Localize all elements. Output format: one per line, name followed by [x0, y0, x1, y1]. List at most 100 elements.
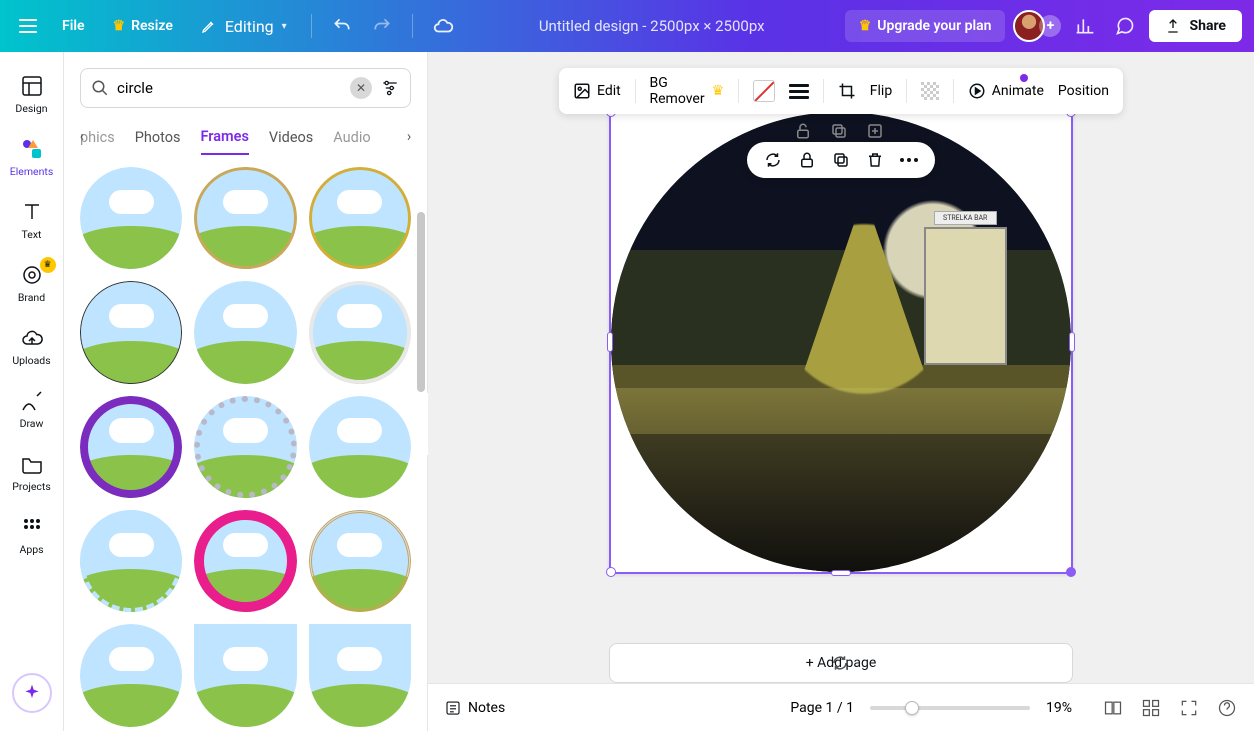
frame-result[interactable]: [309, 167, 411, 269]
chart-icon: [1075, 16, 1095, 36]
bg-remover-button[interactable]: BG Remover ♛: [649, 75, 724, 107]
sparkle-icon: [22, 683, 42, 703]
resize-button[interactable]: ♛ Resize: [103, 12, 183, 40]
bottom-bar: Notes Page 1 / 1 19%: [428, 683, 1254, 731]
search-input[interactable]: [117, 79, 342, 97]
comment-icon: [1115, 16, 1135, 36]
separator: [738, 79, 739, 103]
share-label: Share: [1189, 18, 1226, 34]
frame-result[interactable]: [309, 624, 411, 726]
color-button[interactable]: [753, 80, 775, 102]
clear-search-button[interactable]: ✕: [350, 77, 372, 99]
frame-result[interactable]: [80, 167, 182, 269]
rail-draw[interactable]: Draw: [4, 381, 60, 438]
frame-result[interactable]: [194, 167, 296, 269]
resize-handle-l[interactable]: [607, 332, 613, 352]
tab-graphics[interactable]: phics: [80, 121, 115, 154]
resize-handle-b[interactable]: [831, 570, 851, 576]
rail-design[interactable]: Design: [4, 66, 60, 123]
resize-handle-bl[interactable]: [606, 567, 616, 577]
separator: [906, 79, 907, 103]
rail-elements[interactable]: Elements: [4, 129, 60, 186]
tab-photos[interactable]: Photos: [135, 121, 181, 154]
rail-text[interactable]: Text: [4, 192, 60, 249]
unlock-page-button[interactable]: [794, 122, 812, 140]
flip-button[interactable]: Flip: [870, 83, 892, 99]
rail-apps[interactable]: Apps: [4, 507, 60, 564]
rail-uploads[interactable]: Uploads: [4, 318, 60, 375]
zoom-slider-thumb[interactable]: [905, 701, 919, 715]
help-icon: [1217, 698, 1237, 718]
crop-button[interactable]: [838, 82, 856, 100]
edit-icon: [573, 82, 591, 100]
frame-result[interactable]: [80, 624, 182, 726]
crown-icon: ♛: [712, 83, 725, 99]
help-button[interactable]: [1216, 697, 1238, 719]
tab-frames[interactable]: Frames: [201, 120, 249, 155]
position-button[interactable]: Position: [1058, 83, 1109, 99]
resize-handle-r[interactable]: [1069, 332, 1075, 352]
share-icon: [1165, 18, 1181, 34]
sync-button[interactable]: [763, 150, 783, 170]
frame-result[interactable]: [80, 281, 182, 383]
animate-button[interactable]: Animate: [968, 82, 1044, 100]
frame-result[interactable]: [80, 510, 182, 612]
file-menu[interactable]: File: [52, 12, 95, 40]
rail-label: Draw: [20, 417, 44, 430]
cloud-sync-button[interactable]: [427, 10, 459, 42]
scrollbar[interactable]: [417, 212, 425, 632]
animate-icon: [968, 82, 986, 100]
cloud-upload-icon: [20, 326, 44, 350]
more-button[interactable]: [899, 150, 919, 170]
design-title[interactable]: Untitled design - 2500px × 2500px: [467, 17, 837, 35]
frame-result[interactable]: [194, 624, 296, 726]
lock-button[interactable]: [797, 150, 817, 170]
add-page-bar[interactable]: + Add page: [609, 643, 1073, 683]
editing-mode-dropdown[interactable]: Editing ▾: [191, 11, 297, 42]
frame-result[interactable]: [194, 281, 296, 383]
add-page-button[interactable]: [866, 122, 884, 140]
tab-videos[interactable]: Videos: [269, 121, 313, 154]
rail-brand[interactable]: ♛ Brand: [4, 255, 60, 312]
design-page[interactable]: STRELKA BAR: [609, 110, 1073, 574]
frame-result[interactable]: [309, 396, 411, 498]
canvas-area: Edit BG Remover ♛ Flip Animate Position: [428, 52, 1254, 731]
tab-audio[interactable]: Audio: [333, 121, 370, 154]
border-style-button[interactable]: [789, 84, 809, 99]
filter-icon[interactable]: [380, 78, 400, 98]
rail-label: Apps: [19, 543, 43, 556]
page-indicator[interactable]: Page 1 / 1: [790, 700, 854, 716]
resize-handle-br[interactable]: [1066, 567, 1076, 577]
frame-result[interactable]: [80, 396, 182, 498]
duplicate-page-button[interactable]: [830, 122, 848, 140]
add-collaborator-button[interactable]: +: [1039, 15, 1061, 37]
redo-button[interactable]: [366, 10, 398, 42]
zoom-value[interactable]: 19%: [1046, 700, 1086, 716]
rail-label: Design: [15, 102, 47, 115]
undo-button[interactable]: [326, 10, 358, 42]
frame-result[interactable]: [309, 510, 411, 612]
edit-image-button[interactable]: Edit: [573, 82, 621, 100]
fullscreen-button[interactable]: [1178, 697, 1200, 719]
comment-button[interactable]: [1109, 10, 1141, 42]
frame-result[interactable]: [194, 510, 296, 612]
scroll-thumb[interactable]: [417, 212, 425, 392]
magic-button[interactable]: [12, 673, 52, 713]
frame-result[interactable]: [309, 281, 411, 383]
share-button[interactable]: Share: [1149, 10, 1242, 42]
insights-button[interactable]: [1069, 10, 1101, 42]
transparency-button[interactable]: [921, 82, 939, 100]
zoom-slider[interactable]: [870, 706, 1030, 710]
tabs-scroll-right[interactable]: ›: [397, 124, 421, 148]
copy-button[interactable]: [831, 150, 851, 170]
delete-button[interactable]: [865, 150, 885, 170]
frame-result[interactable]: [194, 396, 296, 498]
menu-button[interactable]: [12, 10, 44, 42]
new-feature-dot: [1020, 74, 1028, 82]
upgrade-button[interactable]: ♛ Upgrade your plan: [845, 10, 1006, 42]
notes-button[interactable]: Notes: [444, 699, 505, 717]
thumbnail-view-button[interactable]: [1140, 697, 1162, 719]
grid-view-button[interactable]: [1102, 697, 1124, 719]
cloud-icon: [432, 15, 454, 37]
rail-projects[interactable]: Projects: [4, 444, 60, 501]
